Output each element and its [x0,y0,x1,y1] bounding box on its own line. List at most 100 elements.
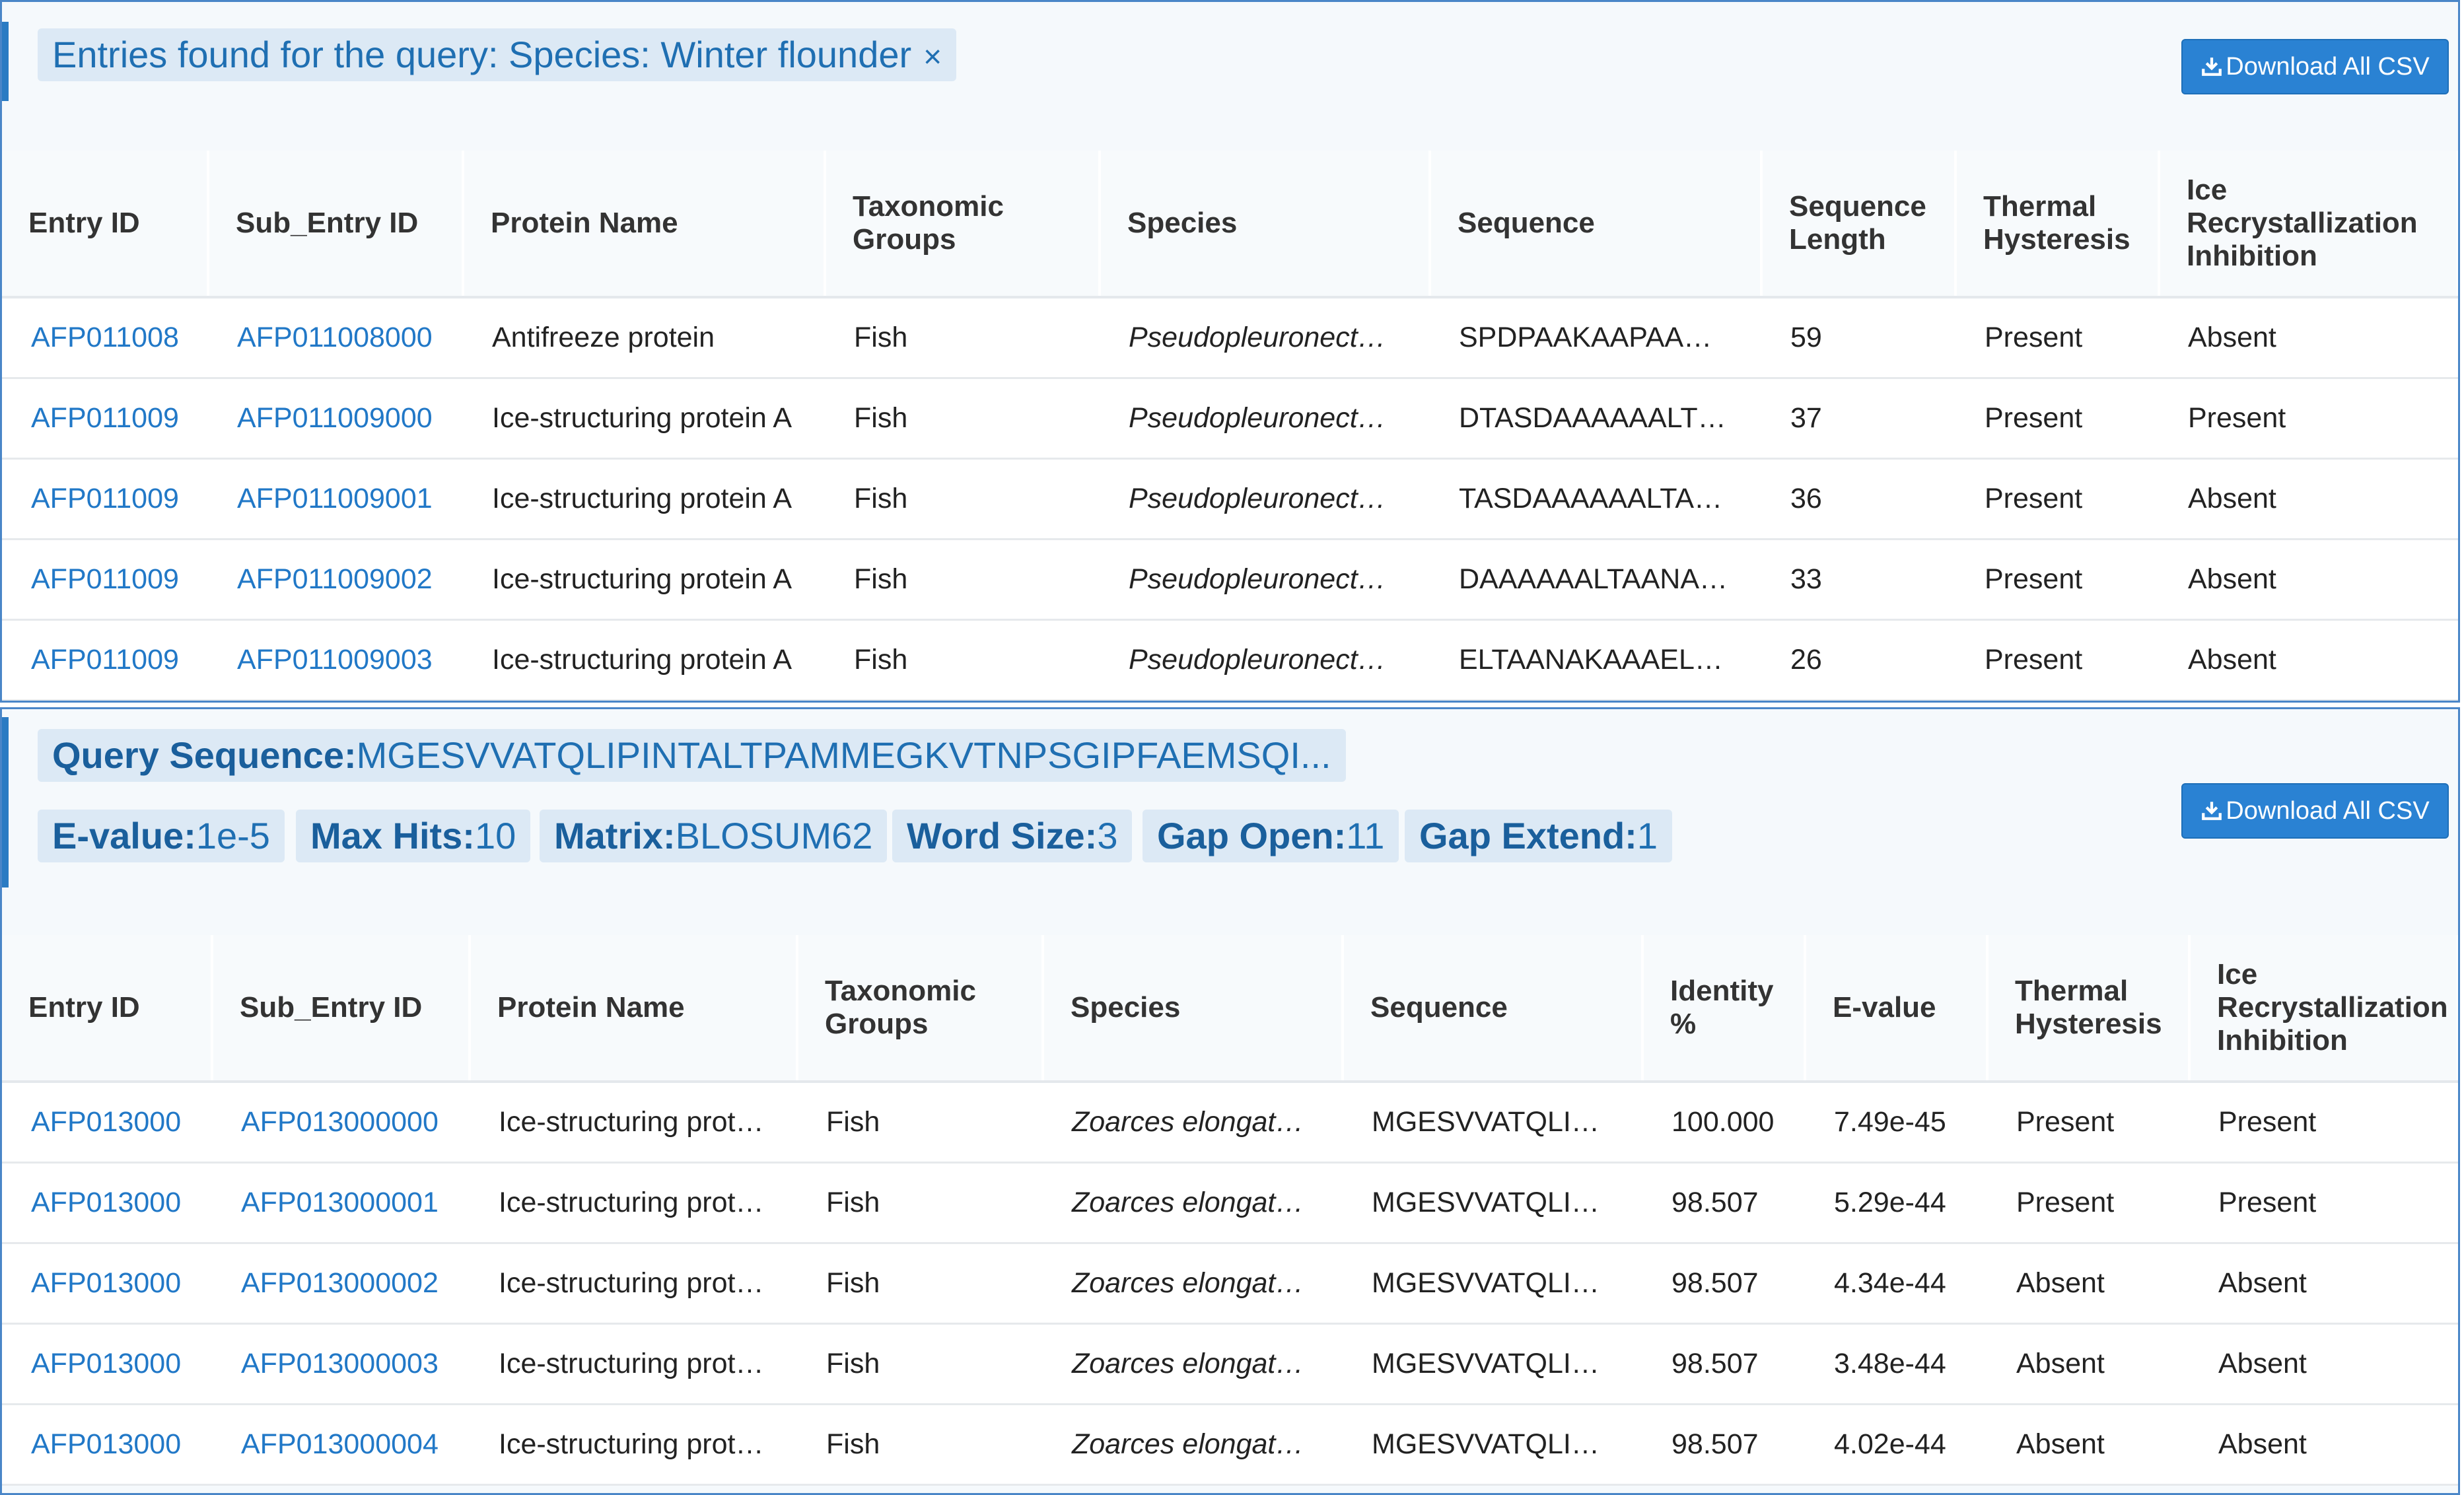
table-row: AFP013000 AFP013000002 Ice-structuring pro… [2,1243,2458,1325]
table-row: AFP013000 AFP013000001 Ice-structuring pro… [2,1162,2458,1244]
column-header-entry-id: Entry ID [2,151,209,298]
param-value: 3 [1097,815,1118,856]
cell-sequence: DTASDAAAAAALT… [1430,378,1761,460]
cell-protein-name: Ice-structuring protein A [463,539,825,621]
cell-sub-entry-id-link[interactable]: AFP011008000 [208,297,463,379]
table-row: AFP011009 AFP011009000 Ice-structuring pro… [2,378,2458,460]
cell-e-value: 4.02e-44 [1805,1404,1987,1486]
cell-identity: 98.507 [1642,1243,1805,1325]
column-header-e-value: E-value [1805,935,1989,1083]
table-row: AFP013000 AFP013000004 Ice-structuring pro… [2,1404,2458,1486]
cell-identity: 100.000 [1642,1082,1805,1164]
param-chip-gap-extend: Gap Extend:1 [1405,810,1672,862]
param-label: Word Size: [907,815,1098,856]
param-label: E-value: [52,815,196,856]
cell-entry-id-link[interactable]: AFP013000 [2,1323,212,1405]
cell-sub-entry-id-link[interactable]: AFP011009001 [208,458,463,540]
cell-species: Pseudopleuronect… [1100,458,1430,540]
table-row: AFP011009 AFP011009002 Ice-structuring pro… [2,539,2458,621]
table-body: AFP011008 AFP011008000 Antifreeze protein F… [2,297,2458,701]
cell-sub-entry-id-link[interactable]: AFP013000000 [212,1082,470,1164]
download-all-csv-button[interactable]: Download All CSV [2181,783,2449,839]
cell-sequence-length: 36 [1761,458,1955,540]
cell-thermal-hysteresis: Absent [1987,1323,2189,1405]
param-chip-gap-open: Gap Open:11 [1143,810,1399,862]
cell-species: Zoarces elongat… [1043,1243,1343,1325]
cell-sequence-length: 37 [1761,378,1955,460]
cell-sub-entry-id-link[interactable]: AFP013000003 [212,1323,470,1405]
param-label: Gap Extend: [1419,815,1637,856]
column-header-entry-id: Entry ID [2,935,213,1083]
param-label: Gap Open: [1157,815,1347,856]
cell-sub-entry-id-link[interactable]: AFP013000001 [212,1162,470,1244]
query-sequence-label: Query Sequence: [52,734,357,776]
cell-species: Pseudopleuronect… [1100,378,1430,460]
cell-entry-id-link[interactable]: AFP013000 [2,1162,212,1244]
cell-taxonomic-groups: Fish [825,458,1100,540]
cell-species: Pseudopleuronect… [1100,539,1430,621]
cell-ice-recrystallization-inhibition: Absent [2189,1243,2458,1325]
table-header-row: Entry ID Sub_Entry ID Protein Name Taxonomi… [2,151,2458,298]
cell-sequence: MGESVVATQLI… [1343,1404,1642,1486]
cell-protein-name: Ice-structuring protein A [463,619,825,701]
table-row: AFP013000 AFP013000003 Ice-structuring pro… [2,1323,2458,1405]
column-header-sequence: Sequence [1343,935,1644,1083]
cell-taxonomic-groups: Fish [825,619,1100,701]
cell-entry-id-link[interactable]: AFP011009 [2,378,208,460]
cell-entry-id-link[interactable]: AFP013000 [2,1243,212,1325]
cell-taxonomic-groups: Fish [797,1243,1043,1325]
cell-entry-id-link[interactable]: AFP011009 [2,539,208,621]
cell-entry-id-link[interactable]: AFP013000 [2,1082,212,1164]
table-body: AFP013000 AFP013000000 Ice-structuring pro… [2,1082,2458,1486]
cell-ice-recrystallization-inhibition: Absent [2159,297,2458,379]
query-filter-label: Entries found for the query: Species: Wi… [52,34,912,75]
column-header-sub-entry-id: Sub_Entry ID [212,935,471,1083]
cell-sub-entry-id-link[interactable]: AFP011009002 [208,539,463,621]
species-results-table: Entry ID Sub_Entry ID Protein Name Taxonomi… [2,151,2458,701]
cell-taxonomic-groups: Fish [825,378,1100,460]
cell-sub-entry-id-link[interactable]: AFP011009000 [208,378,463,460]
param-chip-max-hits: Max Hits:10 [296,810,531,862]
table-header-row: Entry ID Sub_Entry ID Protein Name Taxonomi… [2,935,2458,1083]
column-header-sub-entry-id: Sub_Entry ID [208,151,464,298]
column-header-identity: Identity % [1642,935,1806,1083]
cell-taxonomic-groups: Fish [797,1162,1043,1244]
cell-protein-name: Ice-structuring prot… [470,1404,797,1486]
cell-ice-recrystallization-inhibition: Absent [2159,619,2458,701]
cell-sub-entry-id-link[interactable]: AFP013000002 [212,1243,470,1325]
cell-entry-id-link[interactable]: AFP011009 [2,619,208,701]
cell-sub-entry-id-link[interactable]: AFP011009003 [208,619,463,701]
cell-sub-entry-id-link[interactable]: AFP013000004 [212,1404,470,1486]
cell-protein-name: Ice-structuring protein A [463,458,825,540]
cell-species: Pseudopleuronect… [1100,619,1430,701]
blast-results-header: Query Sequence:MGESVVATQLIPINTALTPAMMEGK… [2,709,2458,935]
cell-species: Zoarces elongat… [1043,1082,1343,1164]
download-button-label: Download All CSV [2226,53,2430,81]
download-all-csv-button[interactable]: Download All CSV [2181,39,2449,94]
cell-species: Zoarces elongat… [1043,1323,1343,1405]
cell-sequence: TASDAAAAAALTA… [1430,458,1761,540]
cell-taxonomic-groups: Fish [825,539,1100,621]
cell-entry-id-link[interactable]: AFP011008 [2,297,208,379]
column-header-protein-name: Protein Name [463,151,826,298]
column-header-sequence: Sequence [1430,151,1763,298]
accent-bar [2,717,9,887]
column-header-taxonomic-groups: Taxonomic Groups [797,935,1044,1083]
table-row: AFP013000 AFP013000000 Ice-structuring pro… [2,1082,2458,1164]
cell-thermal-hysteresis: Present [1987,1082,2189,1164]
cell-ice-recrystallization-inhibition: Absent [2159,458,2458,540]
param-chip-matrix: Matrix:BLOSUM62 [540,810,888,862]
cell-e-value: 3.48e-44 [1805,1323,1987,1405]
column-header-species: Species [1043,935,1344,1083]
remove-filter-icon[interactable]: × [923,40,942,75]
column-header-thermal-hysteresis: Thermal Hysteresis [1955,151,2160,298]
cell-entry-id-link[interactable]: AFP013000 [2,1404,212,1486]
query-sequence-chip: Query Sequence:MGESVVATQLIPINTALTPAMMEGK… [38,729,1346,782]
download-button-label: Download All CSV [2226,797,2430,825]
cell-ice-recrystallization-inhibition: Absent [2189,1404,2458,1486]
cell-thermal-hysteresis: Present [1955,458,2159,540]
cell-e-value: 7.49e-45 [1805,1082,1987,1164]
cell-taxonomic-groups: Fish [797,1404,1043,1486]
cell-entry-id-link[interactable]: AFP011009 [2,458,208,540]
cell-protein-name: Ice-structuring protein A [463,378,825,460]
